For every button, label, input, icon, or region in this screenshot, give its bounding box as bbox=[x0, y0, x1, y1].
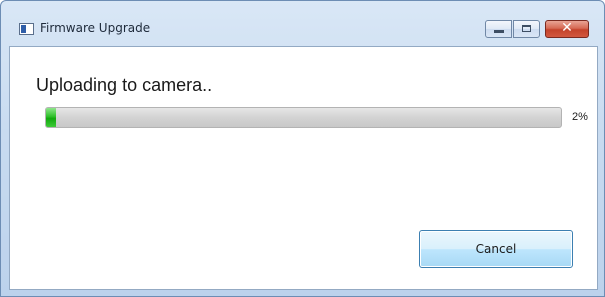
minimize-button[interactable] bbox=[485, 20, 512, 38]
progress-percent-label: 2% bbox=[572, 111, 588, 123]
close-button[interactable]: ✕ bbox=[545, 20, 589, 38]
status-text: Uploading to camera.. bbox=[36, 75, 213, 95]
upload-progress-bar bbox=[45, 107, 562, 128]
window-title: Firmware Upgrade bbox=[40, 21, 151, 35]
maximize-button[interactable] bbox=[513, 20, 540, 38]
close-icon: ✕ bbox=[561, 20, 573, 36]
title-bar[interactable]: Firmware Upgrade ✕ bbox=[1, 1, 604, 39]
progress-fill bbox=[46, 108, 57, 127]
maximize-icon bbox=[522, 25, 531, 32]
dialog-body: Uploading to camera.. 2% Cancel bbox=[9, 46, 598, 290]
cancel-button[interactable]: Cancel bbox=[419, 230, 573, 268]
minimize-icon bbox=[494, 30, 504, 33]
app-window-icon bbox=[19, 23, 34, 35]
firmware-upgrade-window: Firmware Upgrade ✕ Uploading to camera..… bbox=[0, 0, 605, 297]
